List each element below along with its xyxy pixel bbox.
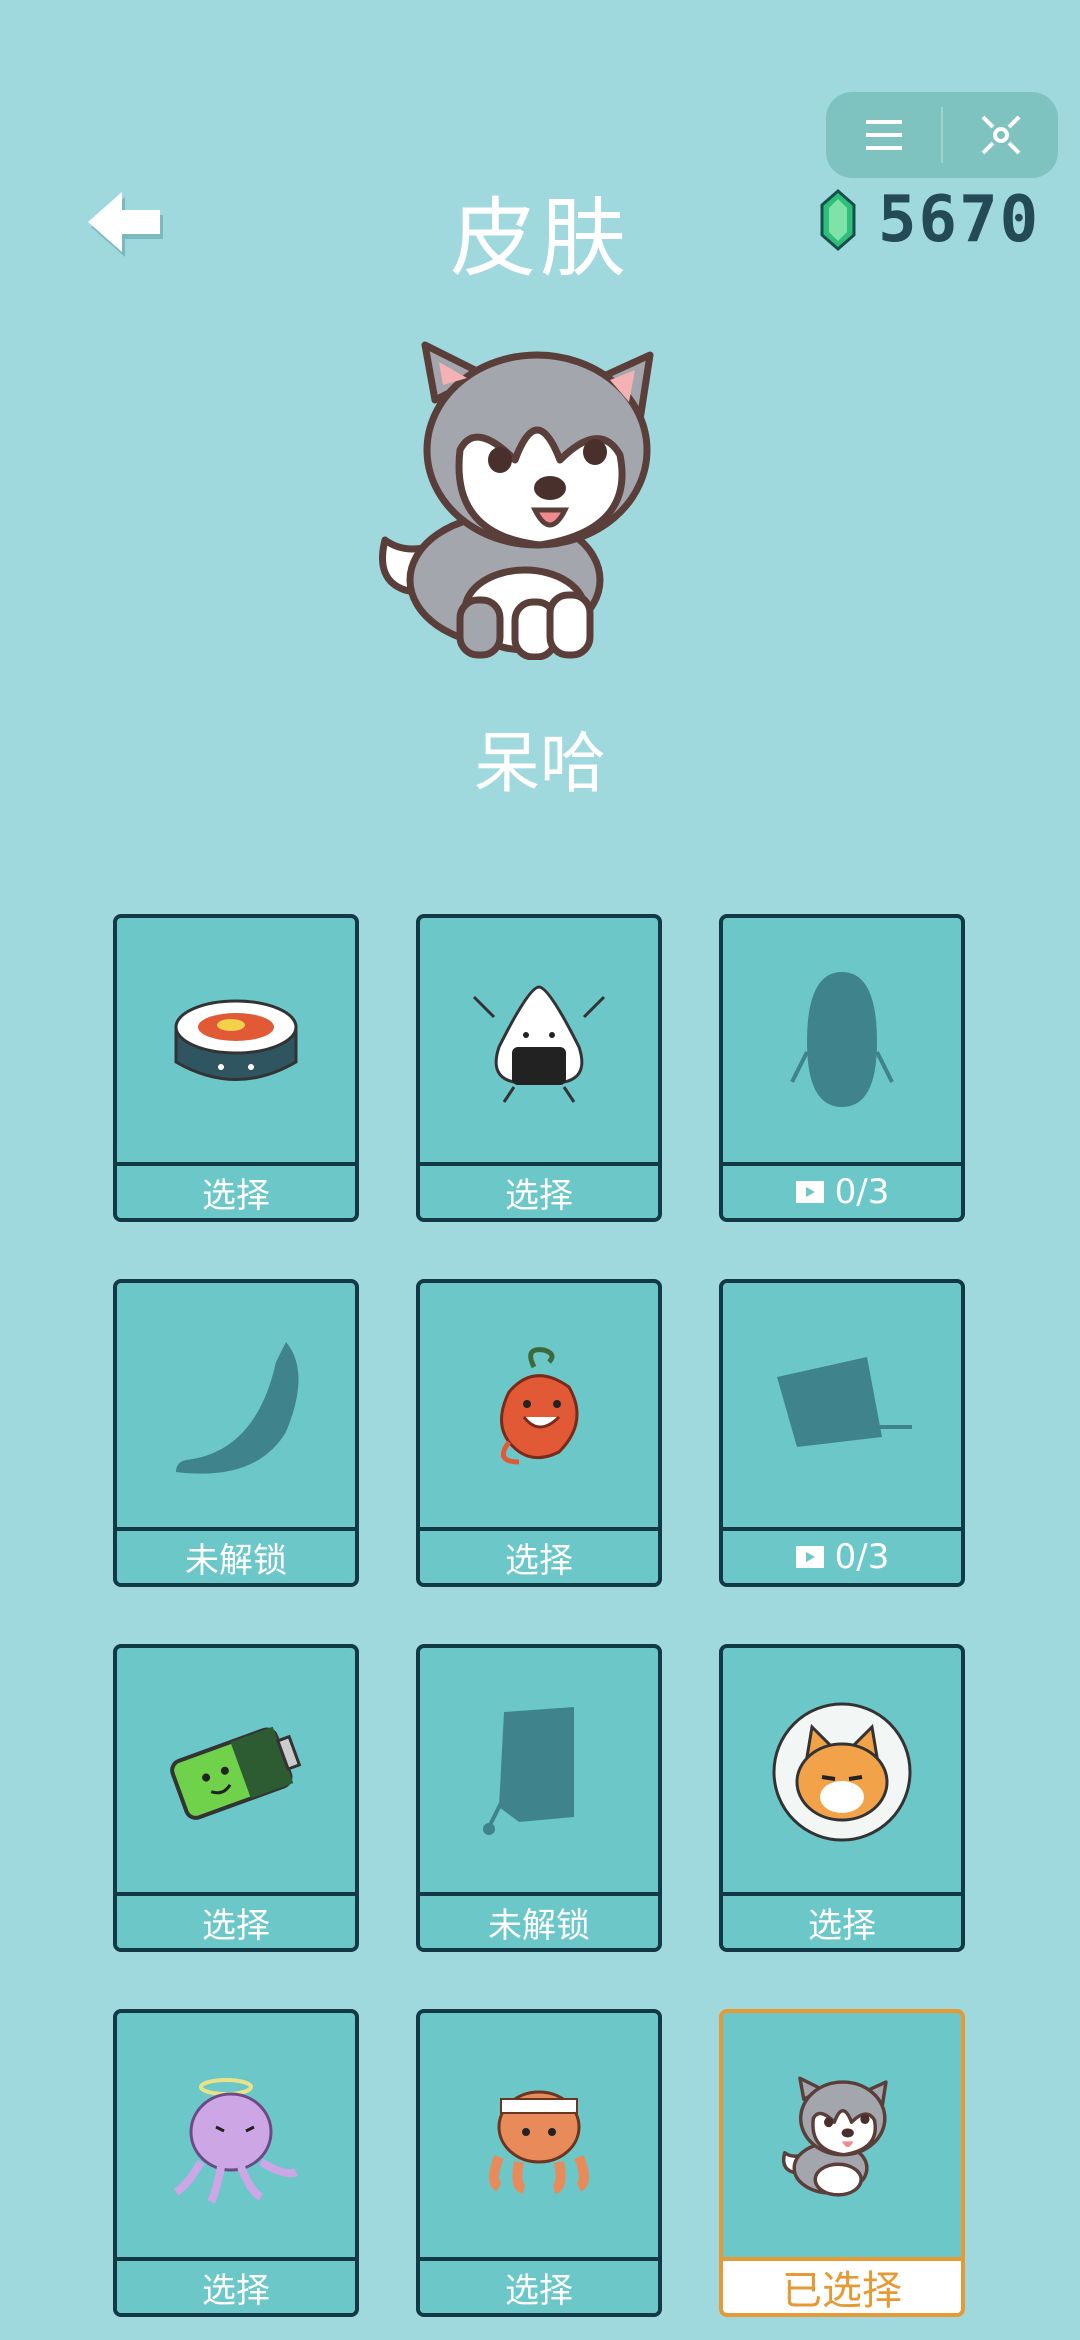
cat-badge-icon <box>772 1702 912 1842</box>
skin-card-locked-video[interactable]: 0/3 <box>719 914 965 1222</box>
onigiri-icon <box>472 985 606 1103</box>
skin-card-label: 选择 <box>723 1892 961 1948</box>
skin-card-locked[interactable]: 未解锁 <box>416 1644 662 1952</box>
husky-icon <box>379 341 654 661</box>
skin-card-locked[interactable]: 未解锁 <box>113 1279 359 1587</box>
skin-card-husky-selected[interactable]: 已选择 <box>719 2009 965 2317</box>
skin-card-jellyfish[interactable]: 选择 <box>113 2009 359 2317</box>
close-icon <box>981 115 1020 155</box>
skin-card-battery[interactable]: 选择 <box>113 1644 359 1952</box>
menu-button[interactable] <box>826 92 941 178</box>
skin-card-locked-video[interactable]: 0/3 <box>719 1279 965 1587</box>
jellyfish-icon <box>173 2078 298 2204</box>
locked-silhouette-bag-icon <box>483 1707 574 1835</box>
gem-icon <box>820 189 856 251</box>
skin-card-label: 选择 <box>420 2257 658 2313</box>
locked-silhouette-box-icon <box>777 1357 912 1447</box>
skin-card-label: 选择 <box>117 1892 355 1948</box>
locked-silhouette-banana-icon <box>176 1342 299 1474</box>
selected-skin-preview <box>365 340 705 661</box>
skin-card-octopus[interactable]: 选择 <box>416 2009 662 2317</box>
skin-card-label: 选择 <box>420 1162 658 1218</box>
sushi-roll-icon <box>174 999 298 1081</box>
skin-card-cat[interactable]: 选择 <box>719 1644 965 1952</box>
skin-card-label: 0/3 <box>723 1527 961 1583</box>
chili-devil-icon <box>500 1347 579 1465</box>
skin-card-label: 选择 <box>117 2257 355 2313</box>
skin-card-onigiri[interactable]: 选择 <box>416 914 662 1222</box>
menu-icon <box>865 120 902 150</box>
skin-card-label: 未解锁 <box>117 1527 355 1583</box>
skin-card-label: 0/3 <box>723 1162 961 1218</box>
close-button[interactable] <box>943 92 1058 178</box>
skin-card-label: 选择 <box>420 1527 658 1583</box>
currency-amount: 5670 <box>878 183 1041 257</box>
battery-icon <box>170 1726 302 1820</box>
skin-card-chili[interactable]: 选择 <box>416 1279 662 1587</box>
locked-silhouette-icon <box>790 972 894 1107</box>
skin-card-label: 选择 <box>117 1162 355 1218</box>
husky-icon <box>781 2076 888 2197</box>
selected-skin-name: 呆哈 <box>474 725 606 802</box>
octopus-icon <box>489 2090 589 2194</box>
skin-card-sushi[interactable]: 选择 <box>113 914 359 1222</box>
video-icon <box>795 1546 824 1568</box>
mini-program-capsule <box>826 92 1058 178</box>
skin-card-label: 未解锁 <box>420 1892 658 1948</box>
currency-display: 5670 <box>820 180 1040 260</box>
video-icon <box>795 1181 824 1203</box>
skin-card-label: 已选择 <box>723 2257 961 2313</box>
